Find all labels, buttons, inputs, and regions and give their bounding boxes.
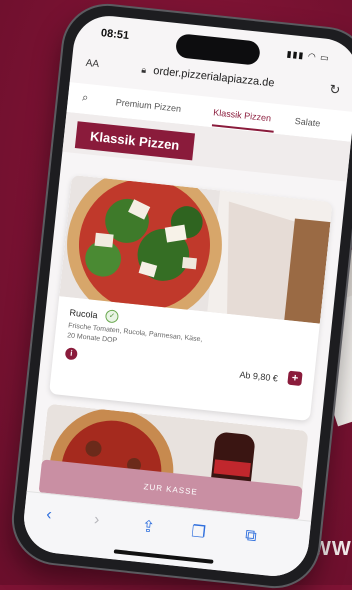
product-price: Ab 9,80 € [239, 369, 279, 384]
info-icon[interactable]: i [64, 347, 78, 361]
tabs-icon[interactable]: ⧉ [244, 527, 257, 546]
status-time: 08:51 [100, 27, 130, 43]
tab-salate[interactable]: Salate [294, 116, 320, 129]
status-icons: ▮▮▮ ◠ ▭ [286, 48, 331, 64]
phone-mockup: 08:51 ▮▮▮ ◠ ▭ AA 🔒︎ order.pizzerialapiaz… [9, 1, 352, 590]
forward-icon[interactable]: › [93, 511, 100, 529]
product-name: Rucola [69, 307, 99, 321]
search-icon[interactable]: ⌕ [81, 92, 89, 106]
share-icon[interactable]: ⇪ [141, 516, 156, 537]
tab-premium-pizzen[interactable]: Premium Pizzen [115, 97, 181, 114]
phone-screen: 08:51 ▮▮▮ ◠ ▭ AA 🔒︎ order.pizzerialapiaz… [20, 12, 352, 580]
text-size-button[interactable]: AA [85, 58, 99, 70]
product-card[interactable]: Rucola ✓ Frische Tomaten, Rucola, Parmes… [49, 174, 333, 422]
product-description: Frische Tomaten, Rucola, Parmesan, Käse,… [66, 322, 203, 345]
url-text[interactable]: order.pizzerialapiazza.de [153, 65, 275, 90]
veg-icon: ✓ [104, 309, 120, 324]
lock-icon: 🔒︎ [140, 64, 147, 76]
reload-icon[interactable]: ↻ [329, 81, 341, 98]
back-icon[interactable]: ‹ [45, 506, 52, 524]
pizza-image [59, 174, 333, 324]
tab-klassik-pizzen[interactable]: Klassik Pizzen [213, 107, 272, 123]
bookmarks-icon[interactable]: ❐ [190, 521, 206, 542]
add-to-cart-button[interactable]: + [287, 370, 303, 387]
